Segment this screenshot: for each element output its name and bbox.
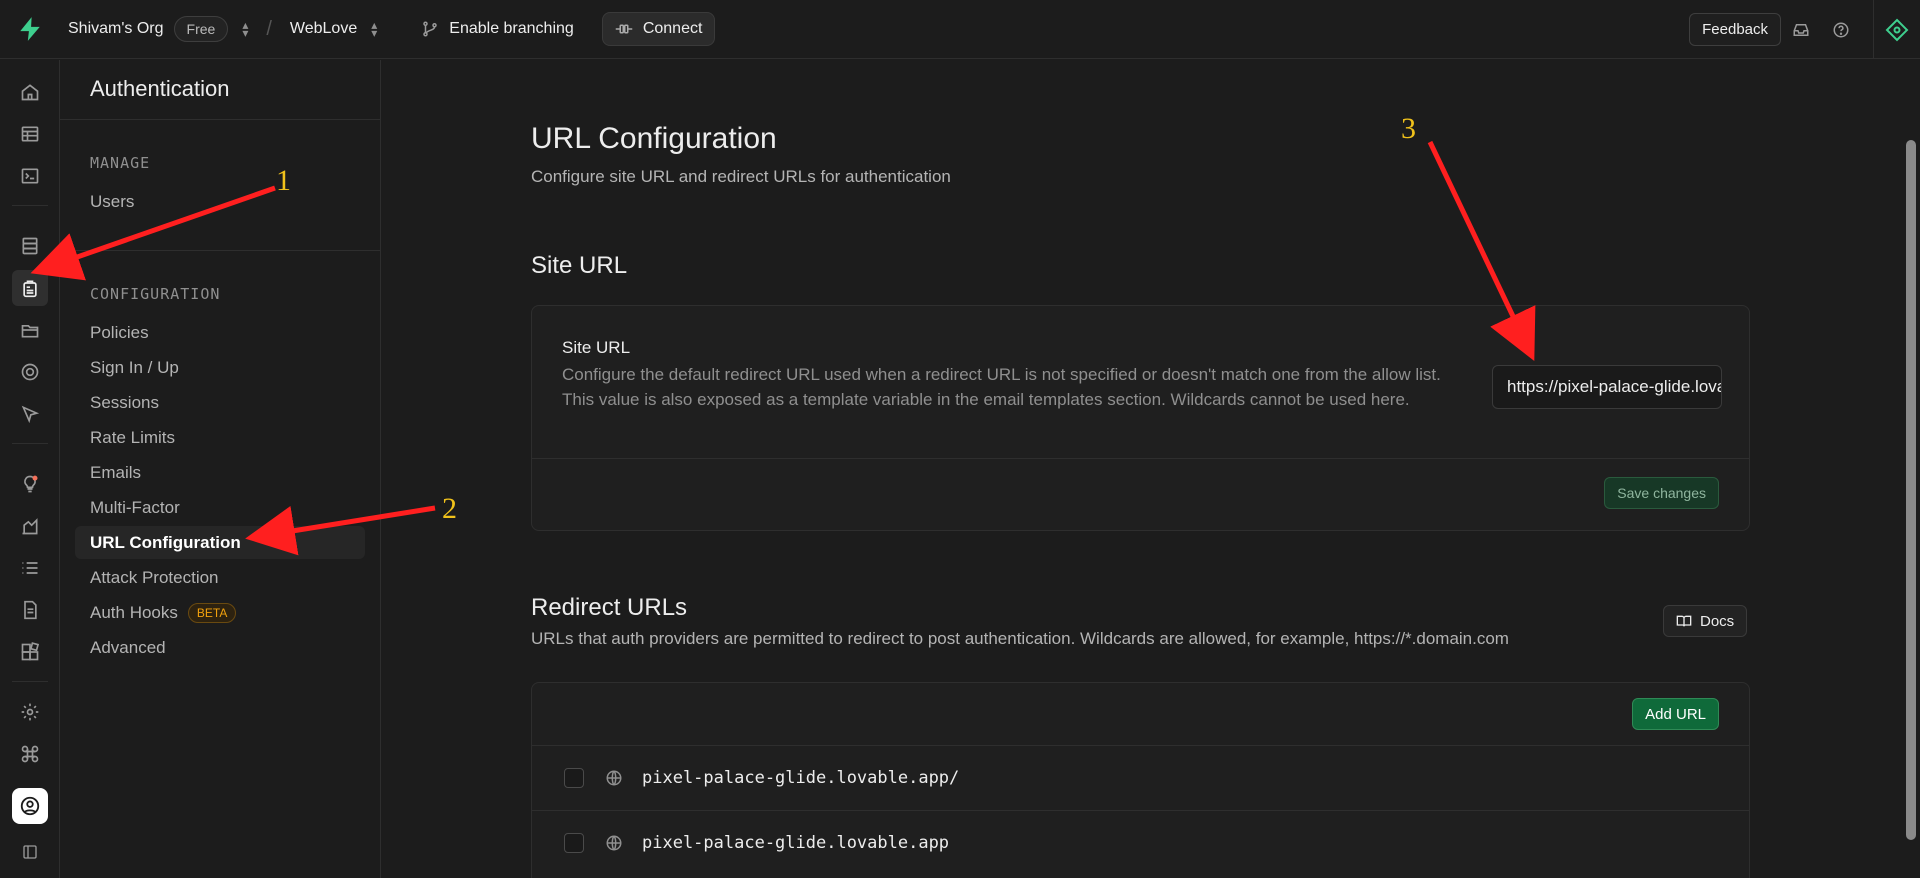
redirect-url-text: pixel-palace-glide.lovable.app	[642, 832, 950, 853]
card-divider	[532, 458, 1749, 459]
user-avatar[interactable]	[12, 788, 48, 824]
menu-section-configuration: CONFIGURATION	[90, 285, 221, 303]
menu-item-multi-factor[interactable]: Multi-Factor	[75, 491, 365, 524]
git-branch-icon	[423, 21, 438, 37]
globe-icon	[604, 769, 624, 787]
site-url-label: Site URL	[562, 338, 631, 357]
site-url-input[interactable]: https://pixel-palace-glide.lovable.app	[1492, 365, 1722, 409]
docs-button[interactable]: Docs	[1663, 605, 1748, 637]
menu-divider	[60, 119, 380, 120]
feedback-button[interactable]: Feedback	[1689, 13, 1781, 46]
list-item: pixel-palace-glide.lovable.app	[532, 810, 1749, 874]
rail-divider	[12, 443, 48, 444]
bolt-icon	[20, 17, 40, 41]
org-name[interactable]: Shivam's Org	[68, 20, 164, 38]
rail-divider	[12, 681, 48, 682]
menu-divider	[60, 250, 380, 251]
page-subtitle: Configure site URL and redirect URLs for…	[531, 167, 951, 186]
menu-item-auth-hooks[interactable]: Auth Hooks BETA	[75, 596, 365, 629]
menu-item-rate-limits[interactable]: Rate Limits	[75, 421, 365, 454]
url-checkbox[interactable]	[564, 832, 584, 853]
docs-label: Docs	[1700, 612, 1735, 630]
plan-badge: Free	[173, 16, 229, 42]
plug-icon	[615, 24, 633, 34]
site-url-description: Configure the default redirect URL used …	[562, 365, 1441, 409]
redirect-urls-card: Add URL pixel-palace-glide.lovable.app/ …	[531, 682, 1750, 878]
site-url-section-title: Site URL	[531, 252, 628, 279]
connect-label: Connect	[642, 20, 703, 37]
menu-title: Authentication	[90, 76, 230, 101]
supabase-logo[interactable]	[0, 0, 60, 59]
annotation-label-3: 3	[1401, 112, 1416, 145]
main-content: URL Configuration Configure site URL and…	[382, 60, 1902, 878]
site-url-card: Site URL Configure the default redirect …	[531, 305, 1750, 531]
globe-icon	[604, 834, 624, 852]
menu-item-emails[interactable]: Emails	[75, 456, 365, 489]
sql-editor-icon[interactable]	[12, 158, 48, 194]
realtime-icon[interactable]	[12, 354, 48, 390]
storage-icon[interactable]	[12, 312, 48, 348]
collapse-sidebar-icon[interactable]	[12, 834, 48, 870]
save-changes-button[interactable]: Save changes	[1604, 477, 1719, 509]
menu-item-users[interactable]: Users	[75, 185, 365, 218]
connect-button[interactable]: Connect	[601, 12, 716, 46]
redirect-urls-description: URLs that auth providers are permitted t…	[531, 629, 1509, 648]
edge-functions-icon[interactable]	[12, 396, 48, 432]
menu-item-sign-in-up[interactable]: Sign In / Up	[75, 351, 365, 384]
advisors-icon[interactable]	[12, 466, 48, 502]
project-switcher-icon[interactable]: ▴ ▾	[371, 19, 377, 39]
annotation-label-2: 2	[442, 492, 457, 525]
rail-divider	[12, 205, 48, 206]
menu-item-url-configuration[interactable]: URL Configuration	[75, 526, 365, 559]
book-icon	[1676, 615, 1692, 627]
reports-icon[interactable]	[12, 508, 48, 544]
annotation-label-1: 1	[276, 164, 291, 197]
menu-item-sessions[interactable]: Sessions	[75, 386, 365, 419]
home-icon[interactable]	[12, 74, 48, 110]
redirect-url-text: pixel-palace-glide.lovable.app/	[642, 767, 960, 788]
integrations-icon[interactable]	[12, 634, 48, 670]
redirect-urls-section-title: Redirect URLs	[531, 594, 688, 621]
menu-item-advanced[interactable]: Advanced	[75, 631, 365, 664]
assistant-icon[interactable]	[1874, 18, 1920, 42]
enable-branching-button[interactable]: Enable branching	[421, 20, 574, 38]
page-title: URL Configuration	[531, 122, 777, 155]
menu-item-auth-hooks-label: Auth Hooks	[90, 602, 178, 622]
authentication-icon[interactable]	[12, 270, 48, 306]
menu-item-attack-protection[interactable]: Attack Protection	[75, 561, 365, 594]
settings-icon[interactable]	[12, 694, 48, 730]
scrollbar-thumb[interactable]	[1906, 140, 1916, 840]
top-right-actions: Feedback	[1689, 0, 1920, 59]
org-switcher-icon[interactable]: ▴ ▾	[242, 19, 248, 39]
top-bar: Shivam's Org Free ▴ ▾ / WebLove ▴ ▾ Enable…	[0, 0, 1920, 59]
api-docs-icon[interactable]	[12, 592, 48, 628]
scrollbar[interactable]	[1902, 60, 1920, 878]
table-editor-icon[interactable]	[12, 116, 48, 152]
icon-rail	[0, 60, 60, 878]
auth-menu: Authentication MANAGE Users CONFIGURATIO…	[60, 60, 381, 878]
logs-icon[interactable]	[12, 550, 48, 586]
list-item: pixel-palace-glide.lovable.app/	[532, 745, 1749, 809]
menu-item-policies[interactable]: Policies	[75, 316, 365, 349]
breadcrumb-separator: /	[266, 17, 272, 40]
help-icon[interactable]	[1821, 21, 1861, 39]
command-icon[interactable]	[12, 736, 48, 772]
menu-section-manage: MANAGE	[90, 154, 151, 172]
beta-badge: BETA	[187, 602, 237, 623]
inbox-icon[interactable]	[1781, 21, 1821, 39]
url-checkbox[interactable]	[564, 767, 584, 788]
project-name[interactable]: WebLove	[290, 20, 357, 38]
enable-branching-label: Enable branching	[449, 20, 574, 37]
add-url-button[interactable]: Add URL	[1632, 698, 1719, 730]
database-icon[interactable]	[12, 228, 48, 264]
